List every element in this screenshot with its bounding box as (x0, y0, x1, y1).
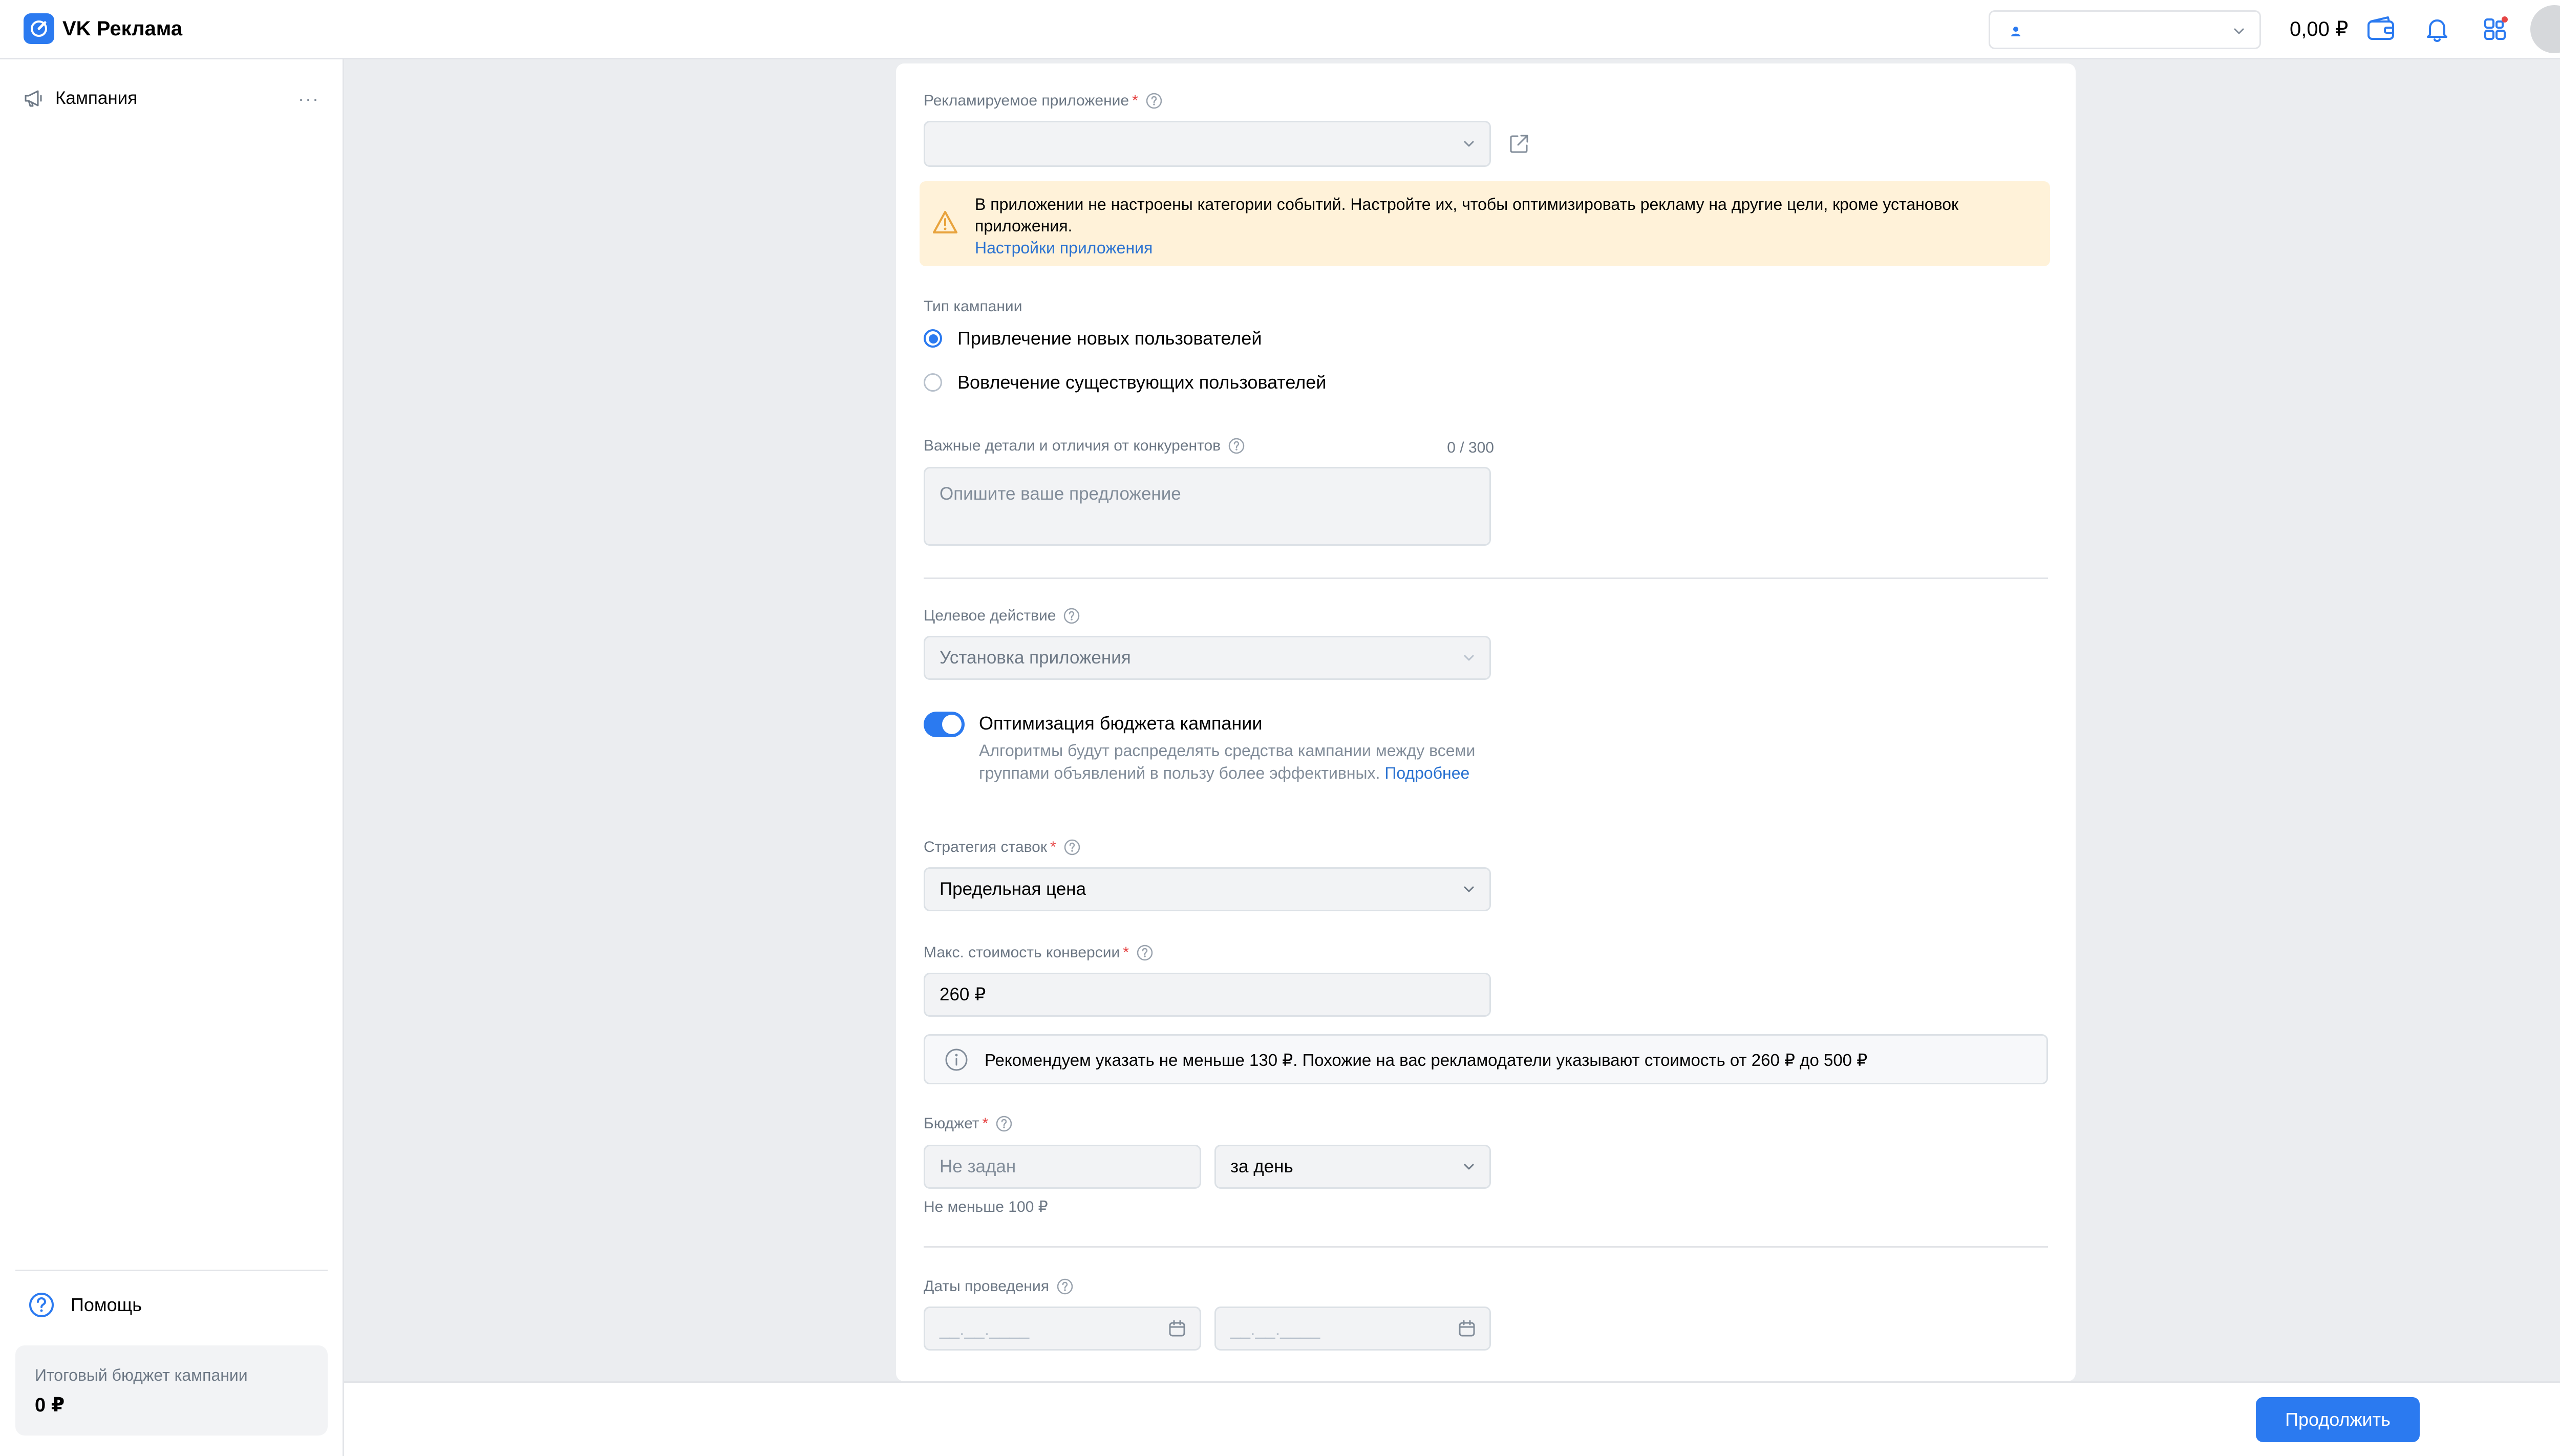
section-divider (924, 1246, 2048, 1248)
bid-strategy-select[interactable]: Предельная цена (924, 867, 1491, 911)
top-header: VK Реклама 0,00 ₽ (0, 0, 2560, 59)
campaign-type-option-new-users[interactable]: Привлечение новых пользователей (924, 328, 1262, 349)
start-date-placeholder: __.__.____ (940, 1319, 1030, 1339)
budget-hint: Не меньше 100 ₽ (924, 1198, 1048, 1215)
max-conversion-cost-input[interactable]: 260 ₽ (924, 973, 1491, 1017)
campaign-form-card: Рекламируемое приложение * В приложении … (896, 63, 2076, 1381)
chevron-down-icon (1464, 886, 1474, 892)
external-link-icon[interactable] (1507, 132, 1531, 156)
chevron-down-icon (1464, 141, 1474, 147)
total-budget-title: Итоговый бюджет кампании (35, 1366, 248, 1384)
budget-label-text: Бюджет (924, 1115, 979, 1132)
required-mark: * (1050, 839, 1056, 855)
max-conversion-cost-label: Макс. стоимость конверсии * (924, 944, 1154, 961)
target-action-label: Целевое действие (924, 607, 1080, 625)
details-label-text: Важные детали и отличия от конкурентов (924, 437, 1221, 454)
app-field-label: Рекламируемое приложение * (924, 92, 1163, 110)
total-budget-value: 0 ₽ (35, 1395, 65, 1416)
details-placeholder: Опишите ваше предложение (940, 484, 1181, 504)
details-textarea[interactable]: Опишите ваше предложение (924, 467, 1491, 546)
warning-text: В приложении не настроены категории собы… (975, 195, 1959, 235)
megaphone-icon (25, 90, 42, 107)
section-divider (924, 577, 2048, 579)
app-label-text: Рекламируемое приложение (924, 92, 1129, 109)
dates-label-text: Даты проведения (924, 1278, 1049, 1295)
max-conversion-cost-value: 260 ₽ (940, 984, 986, 1004)
sidebar-item-label: Кампания (55, 88, 138, 108)
budget-optimization-title: Оптимизация бюджета кампании (979, 713, 1263, 734)
help-icon (29, 1293, 54, 1317)
budget-placeholder: Не задан (940, 1157, 1016, 1176)
budget-label: Бюджет * (924, 1115, 1013, 1132)
question-icon[interactable] (1136, 944, 1154, 961)
question-icon[interactable] (1063, 607, 1080, 625)
target-action-label-text: Целевое действие (924, 607, 1056, 624)
continue-button[interactable]: Продолжить (2256, 1397, 2420, 1442)
divider (15, 1270, 328, 1271)
radio-unselected[interactable] (924, 373, 942, 392)
campaign-type-label: Тип кампании (924, 298, 1022, 315)
calendar-icon[interactable] (1167, 1318, 1187, 1339)
required-mark: * (982, 1115, 989, 1132)
max-conversion-cost-label-text: Макс. стоимость конверсии (924, 944, 1120, 961)
wallet-icon[interactable] (2365, 14, 2396, 45)
info-icon (945, 1048, 968, 1071)
bid-strategy-value: Предельная цена (940, 879, 1086, 899)
apps-icon[interactable] (2481, 14, 2512, 45)
bid-strategy-label: Стратегия ставок * (924, 839, 1081, 856)
chevron-down-icon (1464, 655, 1474, 661)
budget-optimization-toggle[interactable] (924, 712, 965, 737)
question-icon[interactable] (1228, 437, 1245, 455)
end-date-placeholder: __.__.____ (1230, 1319, 1320, 1339)
start-date-input[interactable]: __.__.____ (924, 1307, 1201, 1351)
avatar[interactable] (2530, 5, 2560, 53)
radio-label: Вовлечение существующих пользователей (957, 372, 1327, 393)
radio-selected[interactable] (924, 329, 942, 348)
budget-period-value: за день (1230, 1157, 1293, 1176)
question-icon[interactable] (1145, 92, 1163, 110)
warning-icon (933, 211, 957, 233)
app-name: VK Реклама (62, 17, 183, 40)
required-mark: * (1123, 944, 1129, 961)
target-action-value: Установка приложения (940, 648, 1131, 668)
help-label: Помощь (71, 1294, 142, 1315)
campaign-type-label-text: Тип кампании (924, 298, 1022, 315)
account-icon (2011, 27, 2020, 36)
balance-amount[interactable]: 0,00 ₽ (2290, 17, 2348, 41)
details-field-label: Важные детали и отличия от конкурентов (924, 437, 1245, 455)
bid-strategy-label-text: Стратегия ставок (924, 839, 1047, 855)
required-mark: * (1132, 92, 1138, 109)
radio-label: Привлечение новых пользователей (957, 328, 1262, 349)
question-icon[interactable] (1056, 1278, 1074, 1295)
bottom-action-bar: Продолжить (344, 1381, 2560, 1456)
char-counter: 0 / 300 (1447, 439, 1494, 456)
app-select[interactable] (924, 121, 1491, 167)
vk-ads-logo[interactable]: VK Реклама (24, 13, 182, 44)
learn-more-link[interactable]: Подробнее (1384, 764, 1469, 782)
bell-icon[interactable] (2422, 14, 2452, 45)
campaign-type-option-existing-users[interactable]: Вовлечение существующих пользователей (924, 372, 1326, 393)
more-icon[interactable]: ··· (298, 88, 319, 110)
calendar-icon[interactable] (1457, 1318, 1477, 1339)
question-icon[interactable] (1063, 839, 1081, 856)
budget-period-select[interactable]: за день (1214, 1145, 1491, 1189)
sidebar-item-campaign[interactable]: Кампания ··· (23, 83, 319, 114)
recommendation-info: Рекомендуем указать не меньше 130 ₽. Пох… (924, 1034, 2048, 1084)
total-budget-card: Итоговый бюджет кампании 0 ₽ (15, 1345, 328, 1436)
budget-optimization-description: Алгоритмы будут распределять средства ка… (979, 739, 1481, 784)
events-warning-banner: В приложении не настроены категории собы… (920, 181, 2050, 266)
sidebar: Кампания ··· Помощь Итоговый бюджет камп… (0, 59, 344, 1456)
question-icon[interactable] (995, 1115, 1013, 1132)
help-link[interactable]: Помощь (28, 1291, 142, 1319)
target-action-select[interactable]: Установка приложения (924, 636, 1491, 680)
end-date-input[interactable]: __.__.____ (1214, 1307, 1491, 1351)
chevron-down-icon (1464, 1164, 1474, 1170)
vk-ads-logo-icon (24, 13, 54, 44)
recommendation-text: Рекомендуем указать не меньше 130 ₽. Пох… (985, 1051, 1868, 1069)
account-selector[interactable] (1989, 10, 2261, 49)
dates-label: Даты проведения (924, 1278, 1074, 1295)
chevron-down-icon (2234, 28, 2244, 34)
app-settings-link[interactable]: Настройки приложения (975, 239, 1153, 258)
budget-amount-input[interactable]: Не задан (924, 1145, 1201, 1189)
